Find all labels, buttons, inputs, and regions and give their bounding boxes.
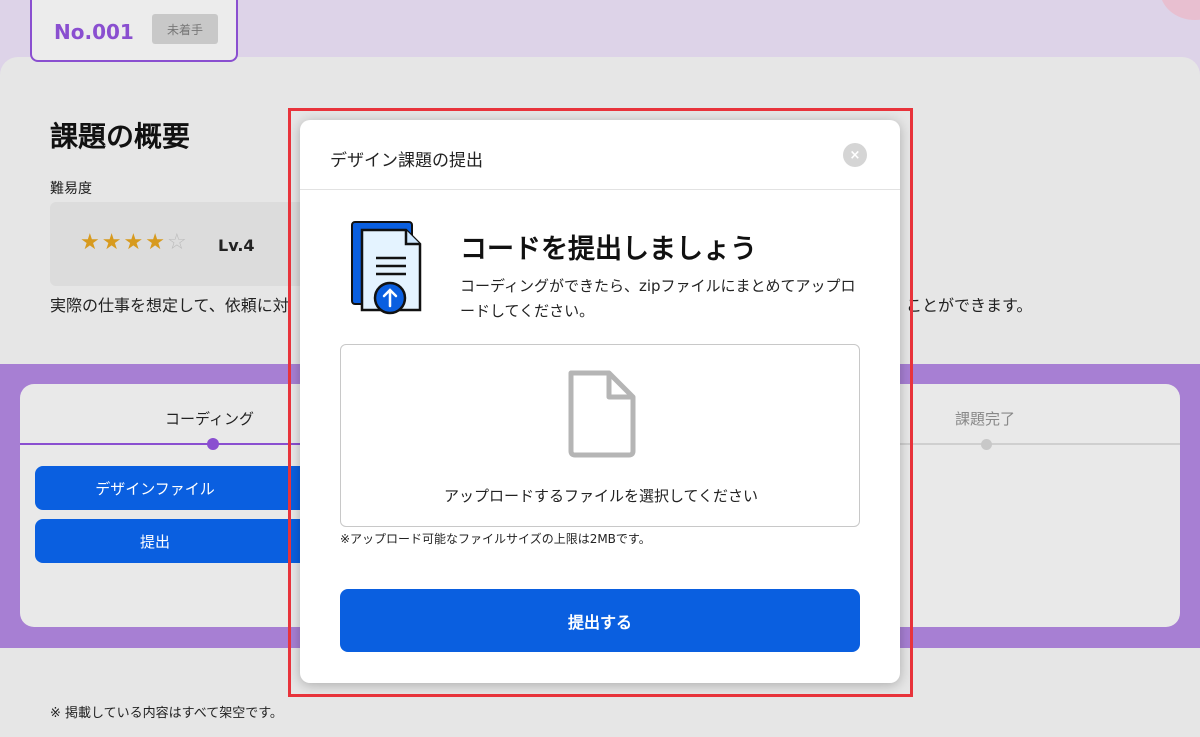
task-tab[interactable]: No.001 未着手: [30, 0, 238, 62]
level-label: Lv.4: [218, 236, 255, 255]
footnote: ※ 掲載している内容はすべて架空です。: [50, 706, 283, 721]
task-number: No.001: [54, 20, 134, 44]
difficulty-label: 難易度: [50, 181, 92, 197]
highlight-frame: [288, 108, 913, 697]
step-label-complete: 課題完了: [955, 410, 1016, 428]
status-badge: 未着手: [152, 14, 218, 44]
star-empty-icon: ☆: [166, 230, 187, 255]
progress-fill: [20, 443, 310, 445]
star-rating: ★ ★ ★ ★ ☆: [80, 232, 187, 254]
overview-title: 課題の概要: [50, 120, 191, 153]
description-text: 実際の仕事を想定して、依頼に対: [50, 296, 289, 315]
step-dot-active: [207, 438, 219, 450]
star-icon: ★: [101, 230, 122, 255]
description-text-tail: ことができます。: [906, 296, 1033, 315]
star-icon: ★: [80, 230, 100, 255]
step-dot-inactive: [981, 439, 992, 450]
star-icon: ★: [145, 230, 165, 255]
difficulty-box: ★ ★ ★ ★ ☆ Lv.4: [50, 202, 310, 286]
star-icon: ★: [123, 230, 144, 255]
step-label-coding: コーディング: [165, 410, 254, 428]
